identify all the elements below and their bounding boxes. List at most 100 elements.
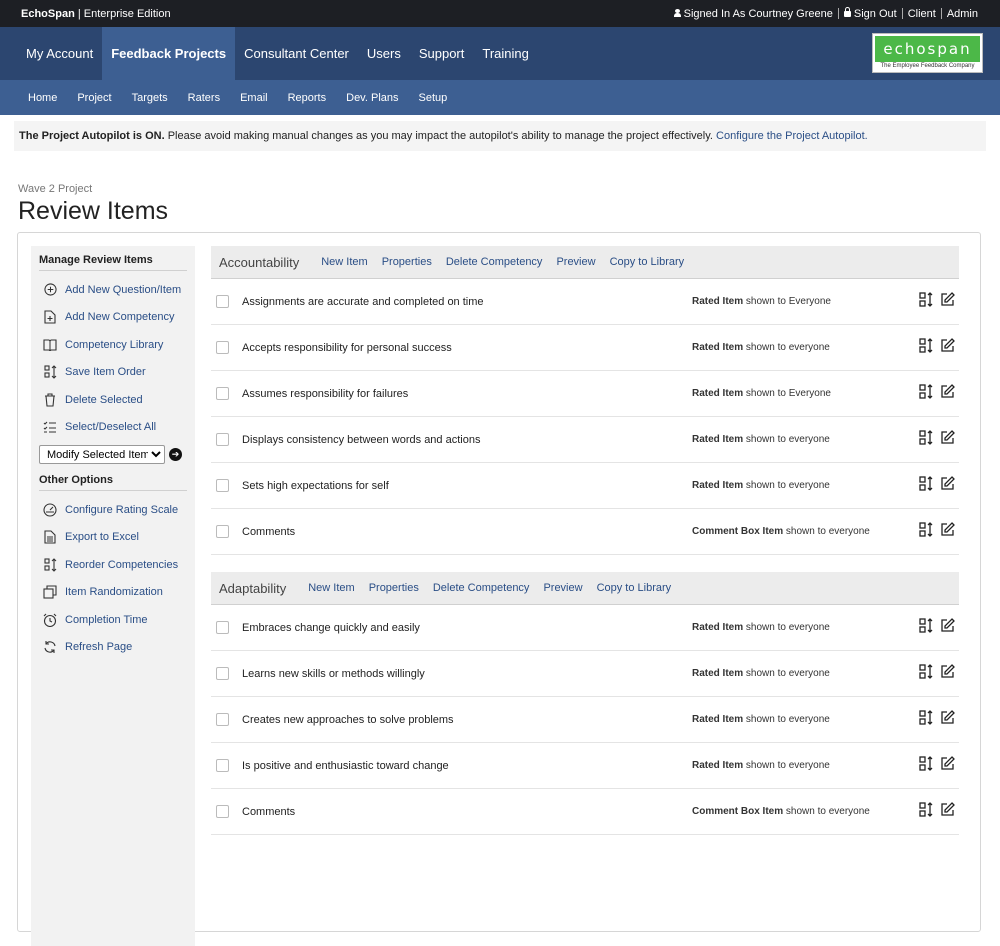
reorder-icon[interactable] [919, 291, 934, 312]
new-item-link[interactable]: New Item [321, 256, 367, 268]
edit-icon[interactable] [940, 801, 955, 822]
edit-icon[interactable] [940, 521, 955, 542]
nav-my-account[interactable]: My Account [17, 27, 102, 80]
item-type-label: Rated Item [692, 296, 744, 307]
item-type-label: Rated Item [692, 480, 744, 491]
row-actions [919, 291, 955, 312]
subnav-email[interactable]: Email [230, 92, 278, 104]
export-to-excel-link[interactable]: Export to Excel [39, 524, 187, 552]
configure-rating-scale-link[interactable]: Configure Rating Scale [39, 496, 187, 524]
configure-autopilot-link[interactable]: Configure the Project Autopilot. [716, 130, 868, 142]
edit-icon[interactable] [940, 617, 955, 638]
subnav-reports[interactable]: Reports [278, 92, 337, 104]
item-type: Rated Item shown to Everyone [692, 388, 831, 399]
row-actions [919, 663, 955, 684]
nav-training[interactable]: Training [473, 27, 537, 80]
edit-icon[interactable] [940, 475, 955, 496]
competency-header-adaptability: Adaptability New Item Properties Delete Com… [211, 572, 959, 605]
export-document-icon [43, 530, 57, 544]
item-checkbox[interactable] [216, 713, 229, 726]
nav-users[interactable]: Users [358, 27, 410, 80]
add-competency-link[interactable]: Add New Competency [39, 304, 187, 332]
item-checkbox[interactable] [216, 341, 229, 354]
save-item-order-link[interactable]: Save Item Order [39, 359, 187, 387]
reorder-competencies-link[interactable]: Reorder Competencies [39, 551, 187, 579]
subnav-dev-plans[interactable]: Dev. Plans [336, 92, 408, 104]
edition-label: Enterprise Edition [83, 7, 171, 20]
nav-feedback-projects[interactable]: Feedback Projects [102, 27, 236, 80]
item-checkbox[interactable] [216, 759, 229, 772]
reorder-icon[interactable] [919, 617, 934, 638]
subnav-setup[interactable]: Setup [409, 92, 458, 104]
row-actions [919, 475, 955, 496]
add-question-link[interactable]: Add New Question/Item [39, 276, 187, 304]
lock-icon [843, 6, 851, 17]
sign-out-link[interactable]: Sign Out [839, 6, 902, 20]
edit-icon[interactable] [940, 291, 955, 312]
item-randomization-link[interactable]: Item Randomization [39, 579, 187, 607]
reorder-icon[interactable] [919, 337, 934, 358]
item-checkbox[interactable] [216, 667, 229, 680]
subnav-home[interactable]: Home [18, 92, 67, 104]
item-checkbox[interactable] [216, 525, 229, 538]
reorder-icon[interactable] [919, 801, 934, 822]
item-text: Sets high expectations for self [242, 479, 389, 492]
admin-link[interactable]: Admin [942, 8, 978, 20]
new-item-link[interactable]: New Item [308, 582, 354, 594]
completion-time-link[interactable]: Completion Time [39, 606, 187, 634]
subnav-project[interactable]: Project [67, 92, 121, 104]
shuffle-icon [43, 585, 57, 599]
reorder-icon[interactable] [919, 475, 934, 496]
item-checkbox[interactable] [216, 433, 229, 446]
subnav-raters[interactable]: Raters [178, 92, 230, 104]
properties-link[interactable]: Properties [369, 582, 419, 594]
item-checkbox[interactable] [216, 805, 229, 818]
nav-consultant-center[interactable]: Consultant Center [235, 27, 358, 80]
preview-link[interactable]: Preview [556, 256, 595, 268]
edit-icon[interactable] [940, 709, 955, 730]
preview-link[interactable]: Preview [543, 582, 582, 594]
reorder-icon[interactable] [919, 521, 934, 542]
delete-competency-link[interactable]: Delete Competency [433, 582, 530, 594]
reorder-icon[interactable] [919, 755, 934, 776]
item-checkbox[interactable] [216, 621, 229, 634]
edit-icon[interactable] [940, 337, 955, 358]
copy-to-library-link[interactable]: Copy to Library [610, 256, 685, 268]
reorder-icon[interactable] [919, 663, 934, 684]
delete-selected-link[interactable]: Delete Selected [39, 386, 187, 414]
nav-support[interactable]: Support [410, 27, 474, 80]
item-audience: shown to everyone [743, 668, 830, 679]
select-deselect-all-link[interactable]: Select/Deselect All [39, 414, 187, 442]
item-text: Accepts responsibility for personal succ… [242, 341, 452, 354]
reorder-icon[interactable] [919, 383, 934, 404]
competency-library-link[interactable]: Competency Library [39, 331, 187, 359]
modify-selected-dropdown[interactable]: Modify Selected Items [39, 445, 165, 464]
item-checkbox[interactable] [216, 387, 229, 400]
item-text: Creates new approaches to solve problems [242, 713, 454, 726]
edit-icon[interactable] [940, 429, 955, 450]
item-checkbox[interactable] [216, 479, 229, 492]
delete-competency-link[interactable]: Delete Competency [446, 256, 543, 268]
item-row: Assumes responsibility for failures Rated… [211, 371, 959, 417]
add-document-icon [43, 310, 57, 324]
refresh-page-link[interactable]: Refresh Page [39, 634, 187, 662]
copy-to-library-link[interactable]: Copy to Library [597, 582, 672, 594]
edit-icon[interactable] [940, 383, 955, 404]
item-audience: shown to everyone [783, 806, 870, 817]
user-icon [673, 8, 681, 17]
reorder-icon[interactable] [919, 429, 934, 450]
gauge-icon [43, 503, 57, 517]
edit-icon[interactable] [940, 663, 955, 684]
page-header: Wave 2 Project Review Items [0, 151, 1000, 226]
edit-icon[interactable] [940, 755, 955, 776]
subnav-targets[interactable]: Targets [122, 92, 178, 104]
row-actions [919, 521, 955, 542]
reorder-icon[interactable] [919, 709, 934, 730]
trash-icon [43, 393, 57, 407]
client-link[interactable]: Client [903, 8, 941, 20]
item-checkbox[interactable] [216, 295, 229, 308]
properties-link[interactable]: Properties [382, 256, 432, 268]
echospan-logo: echospan The Employee Feedback Company [872, 33, 983, 73]
go-arrow-icon[interactable]: ➔ [169, 448, 182, 461]
